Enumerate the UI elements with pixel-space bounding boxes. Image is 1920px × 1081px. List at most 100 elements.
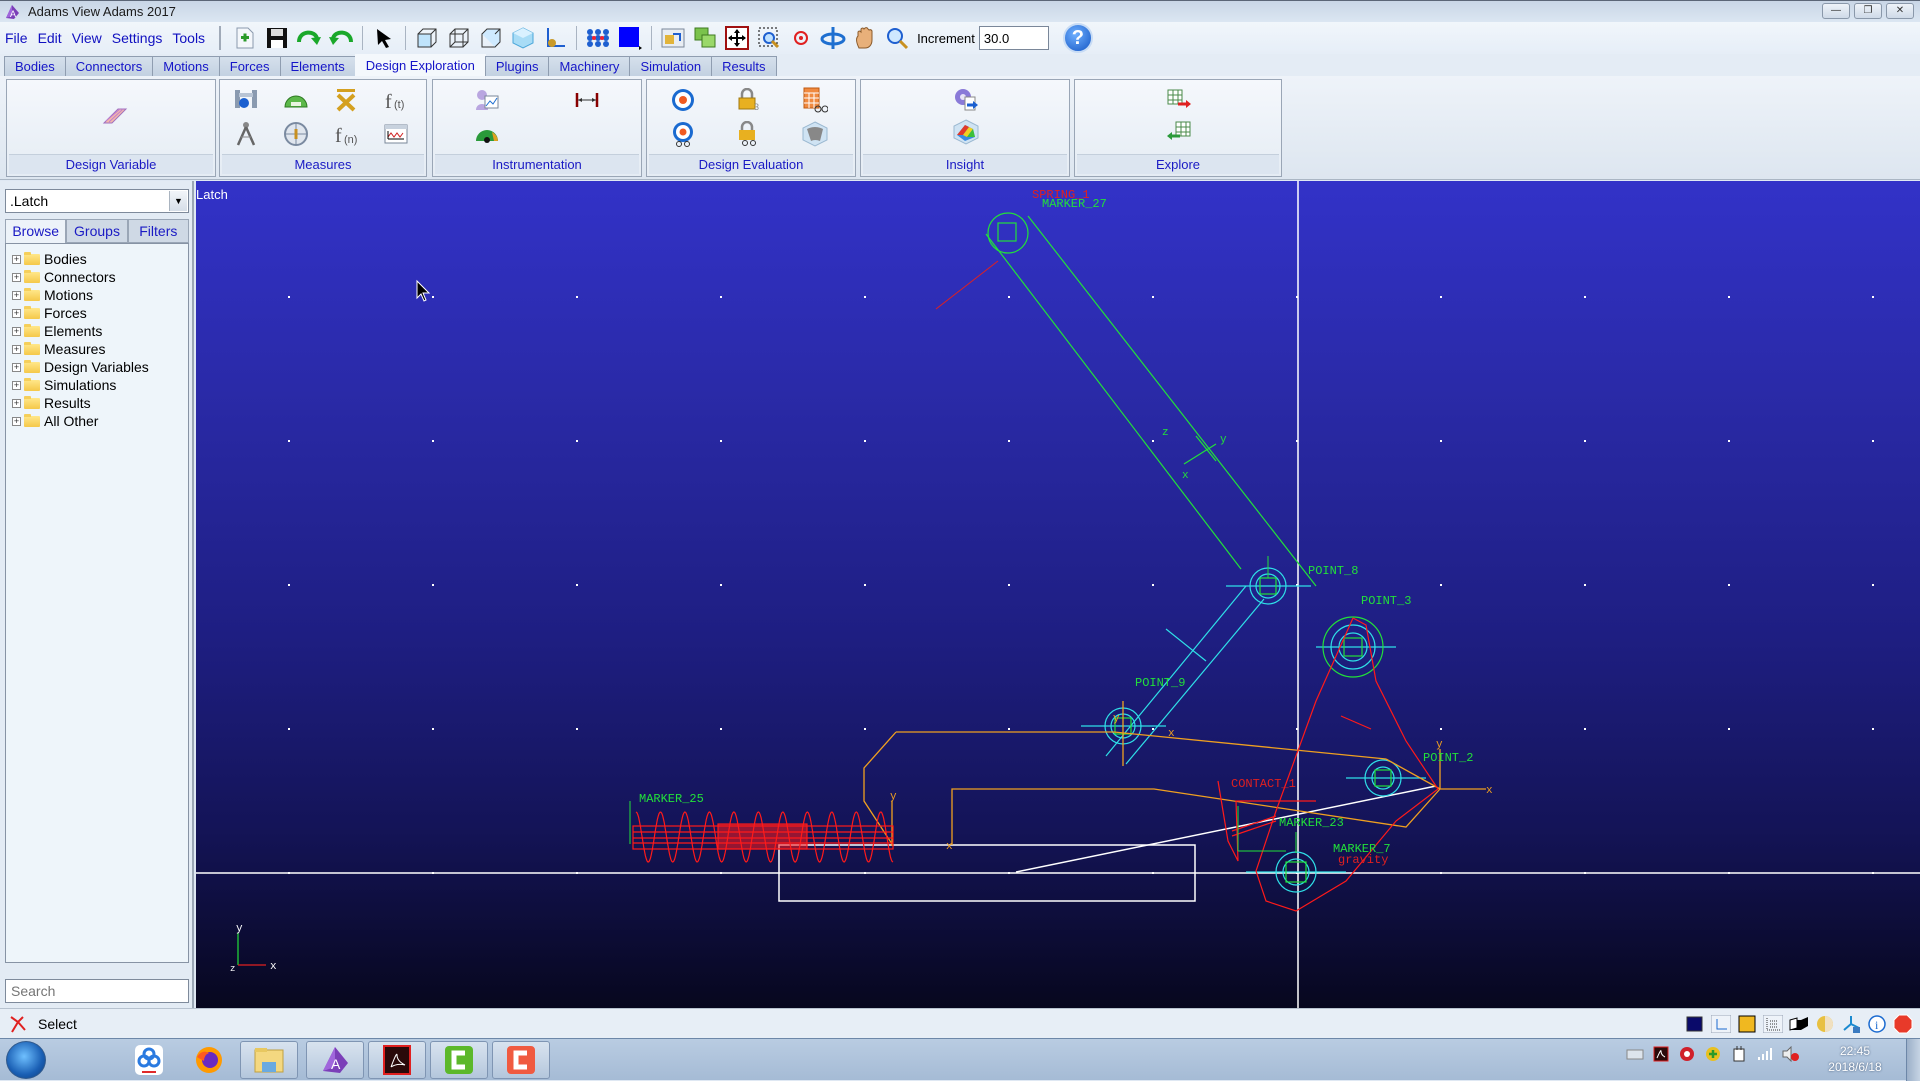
help-button[interactable]: ? <box>1062 23 1093 53</box>
new-model-button[interactable] <box>231 24 259 52</box>
working-frame-button[interactable] <box>541 24 569 52</box>
toolbar-grip[interactable] <box>219 26 225 50</box>
tree-item-elements[interactable]: + Elements <box>6 322 188 340</box>
distance-measure-button[interactable] <box>232 120 260 148</box>
point-9-label[interactable]: POINT_9 <box>1135 676 1185 690</box>
taskbar-firefox[interactable] <box>180 1041 238 1079</box>
strip-chart-button[interactable] <box>382 120 410 148</box>
expand-icon[interactable]: + <box>12 326 21 336</box>
working-grid-button[interactable] <box>584 24 612 52</box>
redo-button[interactable] <box>327 24 355 52</box>
taskbar-file-explorer[interactable] <box>240 1041 298 1079</box>
marker-27-label[interactable]: MARKER_27 <box>1042 197 1107 211</box>
rotate-button[interactable] <box>819 24 847 52</box>
design-variable-button[interactable] <box>101 102 129 130</box>
range-measure-button[interactable] <box>332 86 360 114</box>
expand-icon[interactable]: + <box>12 272 21 282</box>
tab-elements[interactable]: Elements <box>279 56 356 76</box>
menu-view[interactable]: View <box>72 30 102 46</box>
tray-update[interactable] <box>1704 1045 1722 1063</box>
tray-keyboard[interactable] <box>1626 1045 1644 1063</box>
contact-geometry[interactable] <box>1217 617 1439 912</box>
tab-bodies[interactable]: Bodies <box>4 56 66 76</box>
point-8-label[interactable]: POINT_8 <box>1308 564 1358 578</box>
pan-button[interactable] <box>851 24 879 52</box>
angle-measure-button[interactable] <box>282 86 310 114</box>
center-button[interactable] <box>787 24 815 52</box>
select-button[interactable] <box>370 24 398 52</box>
tab-motions[interactable]: Motions <box>152 56 220 76</box>
menu-file[interactable]: File <box>5 30 28 46</box>
zoom-box-button[interactable] <box>755 24 783 52</box>
function-run-button[interactable]: f (n) <box>332 120 360 148</box>
render-color-button[interactable] <box>1736 1013 1758 1035</box>
tree-item-all-other[interactable]: + All Other <box>6 412 188 430</box>
objective-filter-button[interactable] <box>669 120 697 148</box>
upper-link[interactable] <box>985 212 1317 587</box>
expand-icon[interactable]: + <box>12 308 21 318</box>
start-button[interactable] <box>6 1041 46 1079</box>
tab-plugins[interactable]: Plugins <box>484 56 550 76</box>
tree-item-results[interactable]: + Results <box>6 394 188 412</box>
browser-search-input[interactable] <box>5 979 189 1003</box>
chevron-down-icon[interactable]: ▼ <box>169 191 187 211</box>
dimension-button[interactable] <box>573 86 601 114</box>
taskbar-adams[interactable]: A <box>306 1041 364 1079</box>
group-label[interactable]: Explore <box>1077 154 1279 174</box>
orientation-measure-button[interactable] <box>282 120 310 148</box>
taskbar-camtasia-recorder[interactable] <box>430 1041 488 1079</box>
function-time-button[interactable]: f (t) <box>382 86 410 114</box>
taskbar-camtasia-studio[interactable] <box>492 1041 550 1079</box>
background-color-button[interactable] <box>616 24 644 52</box>
group-label[interactable]: Instrumentation <box>435 154 639 174</box>
tab-simulation[interactable]: Simulation <box>629 56 713 76</box>
triad-toggle-button[interactable] <box>1710 1013 1732 1035</box>
tray-acrobat[interactable] <box>1652 1045 1670 1063</box>
tree-item-measures[interactable]: + Measures <box>6 340 188 358</box>
close-button[interactable]: ✕ <box>1886 3 1914 19</box>
expand-icon[interactable]: + <box>12 380 21 390</box>
insight-export-button[interactable] <box>952 86 980 114</box>
explore-export-button[interactable] <box>1165 86 1193 114</box>
show-desktop-button[interactable] <box>1906 1039 1920 1081</box>
minimize-button[interactable]: — <box>1822 3 1850 19</box>
gauge-button[interactable] <box>473 120 501 148</box>
toggle-view-button[interactable] <box>659 24 687 52</box>
background-color-status-button[interactable] <box>1684 1013 1706 1035</box>
tab-machinery[interactable]: Machinery <box>548 56 631 76</box>
tab-filters[interactable]: Filters <box>127 219 189 243</box>
tree-item-bodies[interactable]: + Bodies <box>6 250 188 268</box>
save-button[interactable] <box>263 24 291 52</box>
constraint-filter-button[interactable] <box>735 120 763 148</box>
table-evaluation-button[interactable] <box>801 86 829 114</box>
tray-security[interactable] <box>1678 1045 1696 1063</box>
explore-import-button[interactable] <box>1165 118 1193 146</box>
group-label[interactable]: Measures <box>222 154 424 174</box>
view-layout-button[interactable] <box>691 24 719 52</box>
spring-element[interactable] <box>632 811 894 863</box>
zoom-button[interactable] <box>883 24 911 52</box>
restore-button[interactable]: ❐ <box>1854 3 1882 19</box>
group-label[interactable]: Insight <box>863 154 1067 174</box>
design-constraint-button[interactable]: 3 <box>735 86 763 114</box>
info-button[interactable]: i <box>1866 1013 1888 1035</box>
render-solid-button[interactable] <box>413 24 441 52</box>
gravity-label[interactable]: gravity <box>1338 853 1388 867</box>
group-label[interactable]: Design Variable <box>9 154 213 174</box>
system-clock[interactable]: 22:45 2018/6/18 <box>1820 1043 1890 1075</box>
taskbar-acrobat[interactable] <box>368 1041 426 1079</box>
sphere-render-button[interactable] <box>1814 1013 1836 1035</box>
expand-icon[interactable]: + <box>12 398 21 408</box>
expand-icon[interactable]: + <box>12 416 21 426</box>
tab-forces[interactable]: Forces <box>218 56 281 76</box>
tree-item-connectors[interactable]: + Connectors <box>6 268 188 286</box>
render-shaded-button[interactable] <box>477 24 505 52</box>
expand-icon[interactable]: + <box>12 362 21 372</box>
coordinate-system-button[interactable] <box>1840 1013 1862 1035</box>
increment-input[interactable] <box>978 26 1049 50</box>
render-wireframe-button[interactable] <box>445 24 473 52</box>
tree-item-motions[interactable]: + Motions <box>6 286 188 304</box>
expand-icon[interactable]: + <box>12 290 21 300</box>
point-2-label[interactable]: POINT_2 <box>1423 751 1473 765</box>
undo-button[interactable] <box>295 24 323 52</box>
